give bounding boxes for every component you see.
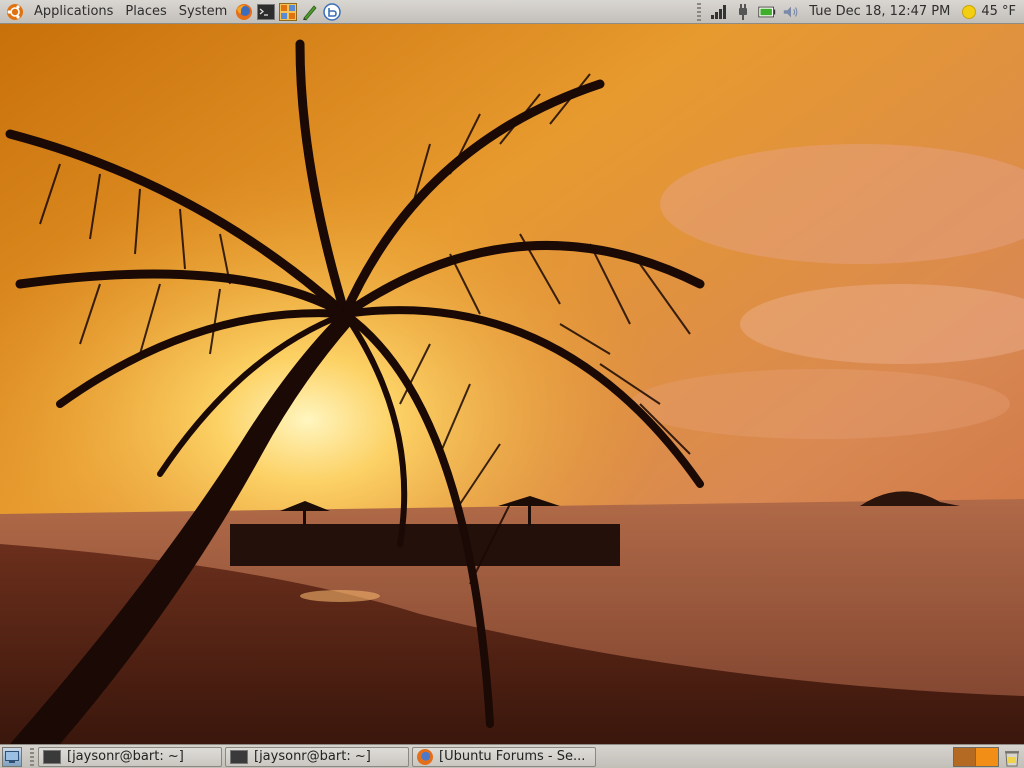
desktop-wallpaper: [0, 24, 1024, 744]
show-desktop-button[interactable]: [2, 746, 22, 767]
trash-button[interactable]: [1003, 747, 1021, 767]
network-signal-icon[interactable]: [710, 3, 728, 21]
task-button-terminal-2[interactable]: [jaysonr@bart: ~]: [225, 746, 409, 767]
power-plug-icon[interactable]: [734, 3, 752, 21]
clock[interactable]: Tue Dec 18, 12:47 PM: [803, 4, 958, 19]
app-grid-launcher[interactable]: [278, 2, 298, 22]
text-editor-pen-icon: [303, 4, 317, 21]
top-panel: Applications Places System Tue Dec 18, 1…: [0, 0, 1024, 24]
places-menu[interactable]: Places: [119, 0, 172, 24]
text-editor-launcher[interactable]: [300, 2, 320, 22]
places-menu-label: Places: [125, 4, 167, 19]
system-menu[interactable]: System: [173, 0, 233, 24]
workspace-2[interactable]: [976, 747, 998, 766]
task-button-firefox[interactable]: [Ubuntu Forums - Se...: [412, 746, 596, 767]
show-desktop-icon: [5, 750, 19, 763]
task-list-grip[interactable]: [30, 747, 34, 766]
weather-applet[interactable]: 45 °F: [958, 4, 1024, 19]
system-menu-label: System: [178, 4, 228, 19]
volume-icon[interactable]: [782, 3, 800, 21]
firefox-launcher[interactable]: [234, 2, 254, 22]
help-launcher[interactable]: [322, 2, 342, 22]
panel-separator: [697, 2, 702, 21]
help-icon: [323, 2, 341, 21]
app-grid-icon: [279, 2, 298, 21]
terminal-launcher[interactable]: [256, 2, 276, 22]
terminal-icon: [230, 749, 248, 764]
applications-menu[interactable]: Applications: [28, 0, 119, 24]
task-button-terminal-1[interactable]: [jaysonr@bart: ~]: [38, 746, 222, 767]
terminal-icon: [257, 3, 276, 20]
ubuntu-logo-icon[interactable]: [6, 3, 24, 21]
battery-icon[interactable]: [758, 3, 776, 21]
temperature-label: 45 °F: [981, 4, 1016, 19]
trash-icon: [1005, 750, 1019, 766]
terminal-icon: [43, 749, 61, 764]
task-label: [jaysonr@bart: ~]: [67, 749, 184, 764]
sunny-weather-icon: [962, 4, 977, 19]
workspace-1[interactable]: [954, 747, 976, 766]
firefox-icon: [236, 3, 253, 20]
bottom-panel: [jaysonr@bart: ~] [jaysonr@bart: ~] [Ubu…: [0, 744, 1024, 768]
firefox-icon: [417, 748, 433, 765]
task-label: [Ubuntu Forums - Se...: [439, 749, 586, 764]
applications-menu-label: Applications: [34, 4, 114, 19]
task-label: [jaysonr@bart: ~]: [254, 749, 371, 764]
workspace-switcher: [953, 746, 999, 767]
